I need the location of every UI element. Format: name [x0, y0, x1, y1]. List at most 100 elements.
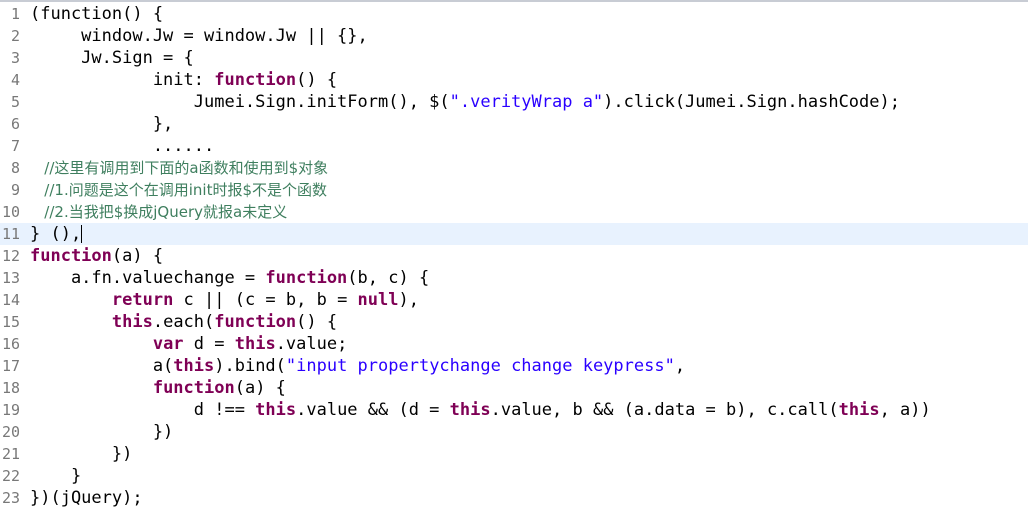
line-number: 5: [10, 93, 20, 111]
line-number: 6: [10, 115, 20, 133]
code-line[interactable]: 20 }): [0, 421, 1028, 443]
code-text[interactable]: window.Jw = window.Jw || {},: [30, 25, 368, 47]
code-text[interactable]: (function() {: [30, 3, 163, 25]
code-text[interactable]: function(a) {: [30, 245, 163, 267]
code-text[interactable]: var d = this.value;: [30, 333, 348, 355]
code-text[interactable]: return c || (c = b, b = null),: [30, 289, 419, 311]
line-number: 10: [1, 203, 20, 221]
code-line[interactable]: 9 //1.问题是这个在调用init时报$不是个函数: [0, 179, 1028, 201]
code-line[interactable]: 12 function(a) {: [0, 245, 1028, 267]
code-token: (a) {: [111, 246, 164, 266]
code-line[interactable]: 1 (function() {: [0, 3, 1028, 25]
code-token: this: [173, 356, 215, 376]
code-token: () {: [296, 312, 338, 332]
code-text[interactable]: },: [30, 113, 173, 135]
code-text[interactable]: d !== this.value && (d = this.value, b &…: [30, 399, 931, 421]
code-token: .value;: [275, 334, 348, 354]
line-number: 8: [10, 159, 20, 177]
code-text[interactable]: Jw.Sign = {: [30, 47, 194, 69]
code-token: var: [152, 334, 184, 354]
code-token: Jw.Sign = {: [30, 48, 194, 68]
code-line[interactable]: 3 Jw.Sign = {: [0, 47, 1028, 69]
code-text[interactable]: }): [30, 421, 173, 443]
code-token: a(: [30, 356, 174, 376]
code-token: () {: [296, 70, 338, 90]
code-token: d =: [183, 334, 235, 354]
code-text[interactable]: //1.问题是这个在调用init时报$不是个函数: [30, 179, 327, 201]
code-token: .value, b && (a.data = b), c.call(: [490, 400, 839, 420]
line-number: 2: [10, 27, 20, 45]
code-editor[interactable]: 1 (function() {2 window.Jw = window.Jw ||…: [0, 3, 1028, 509]
code-text[interactable]: ......: [30, 135, 214, 157]
code-token: (b, c) {: [347, 268, 430, 288]
code-line[interactable]: 4 init: function() {: [0, 69, 1028, 91]
line-number: 20: [1, 423, 20, 441]
code-token: function: [152, 378, 235, 398]
code-token: ......: [30, 136, 215, 156]
code-text[interactable]: } (),: [30, 223, 83, 245]
code-token: ".verityWrap a": [449, 92, 604, 112]
text-caret: [81, 225, 83, 243]
code-line[interactable]: 5 Jumei.Sign.initForm(), $(".verityWrap …: [0, 91, 1028, 113]
code-text[interactable]: function(a) {: [30, 377, 286, 399]
code-line[interactable]: 10 //2.当我把$换成jQuery就报a未定义: [0, 201, 1028, 223]
code-token: this: [111, 312, 153, 332]
code-token: .value && (d =: [296, 400, 450, 420]
code-token: ,: [674, 356, 686, 376]
line-number: 3: [10, 49, 20, 67]
code-token: ),: [398, 290, 419, 310]
code-line[interactable]: 16 var d = this.value;: [0, 333, 1028, 355]
line-number: 18: [1, 379, 20, 397]
code-token: return: [111, 290, 174, 310]
code-line[interactable]: 22 }: [0, 465, 1028, 487]
code-token: this: [255, 400, 297, 420]
line-number: 1: [10, 5, 20, 23]
code-line[interactable]: 23 })(jQuery);: [0, 487, 1028, 509]
code-token: function: [214, 312, 297, 332]
code-line[interactable]: 14 return c || (c = b, b = null),: [0, 289, 1028, 311]
editor-top-border: [0, 0, 1028, 2]
code-text[interactable]: this.each(function() {: [30, 311, 337, 333]
code-token: , a)): [879, 400, 931, 420]
code-token: ).click(Jumei.Sign.hashCode);: [603, 92, 900, 112]
code-line[interactable]: 8 //这里有调用到下面的a函数和使用到$对象: [0, 157, 1028, 179]
line-number: 15: [1, 313, 20, 331]
line-number: 7: [10, 137, 20, 155]
code-token: //2.当我把$换成jQuery就报a未定义: [30, 203, 288, 221]
code-token: c || (c = b, b =: [173, 290, 358, 310]
code-token: a.fn.valuechange =: [30, 268, 266, 288]
code-token: (a) {: [234, 378, 286, 398]
code-line[interactable]: 11 } (),: [0, 223, 1028, 245]
code-text[interactable]: //这里有调用到下面的a函数和使用到$对象: [30, 157, 328, 179]
code-token: }): [30, 422, 174, 442]
code-line[interactable]: 2 window.Jw = window.Jw || {},: [0, 25, 1028, 47]
line-number: 21: [1, 445, 20, 463]
code-text[interactable]: })(jQuery);: [30, 487, 143, 509]
code-token: } (),: [30, 224, 82, 244]
code-text[interactable]: a.fn.valuechange = function(b, c) {: [30, 267, 429, 289]
line-number: 23: [1, 489, 20, 507]
code-line[interactable]: 13 a.fn.valuechange = function(b, c) {: [0, 267, 1028, 289]
code-text[interactable]: }): [30, 443, 132, 465]
code-token: function: [214, 70, 297, 90]
code-text[interactable]: }: [30, 465, 81, 487]
code-line[interactable]: 19 d !== this.value && (d = this.value, …: [0, 399, 1028, 421]
line-number: 22: [1, 467, 20, 485]
code-line[interactable]: 21 }): [0, 443, 1028, 465]
code-text[interactable]: //2.当我把$换成jQuery就报a未定义: [30, 201, 287, 223]
code-text[interactable]: Jumei.Sign.initForm(), $(".verityWrap a"…: [30, 91, 900, 113]
line-number: 11: [1, 225, 20, 243]
code-text[interactable]: a(this).bind("input propertychange chang…: [30, 355, 685, 377]
code-text[interactable]: init: function() {: [30, 69, 337, 91]
code-line[interactable]: 15 this.each(function() {: [0, 311, 1028, 333]
line-number: 9: [10, 181, 20, 199]
line-number: 14: [1, 291, 20, 309]
line-number: 16: [1, 335, 20, 353]
line-number: 17: [1, 357, 20, 375]
code-line[interactable]: 6 },: [0, 113, 1028, 135]
code-line[interactable]: 18 function(a) {: [0, 377, 1028, 399]
code-line[interactable]: 17 a(this).bind("input propertychange ch…: [0, 355, 1028, 377]
code-line[interactable]: 7 ......: [0, 135, 1028, 157]
